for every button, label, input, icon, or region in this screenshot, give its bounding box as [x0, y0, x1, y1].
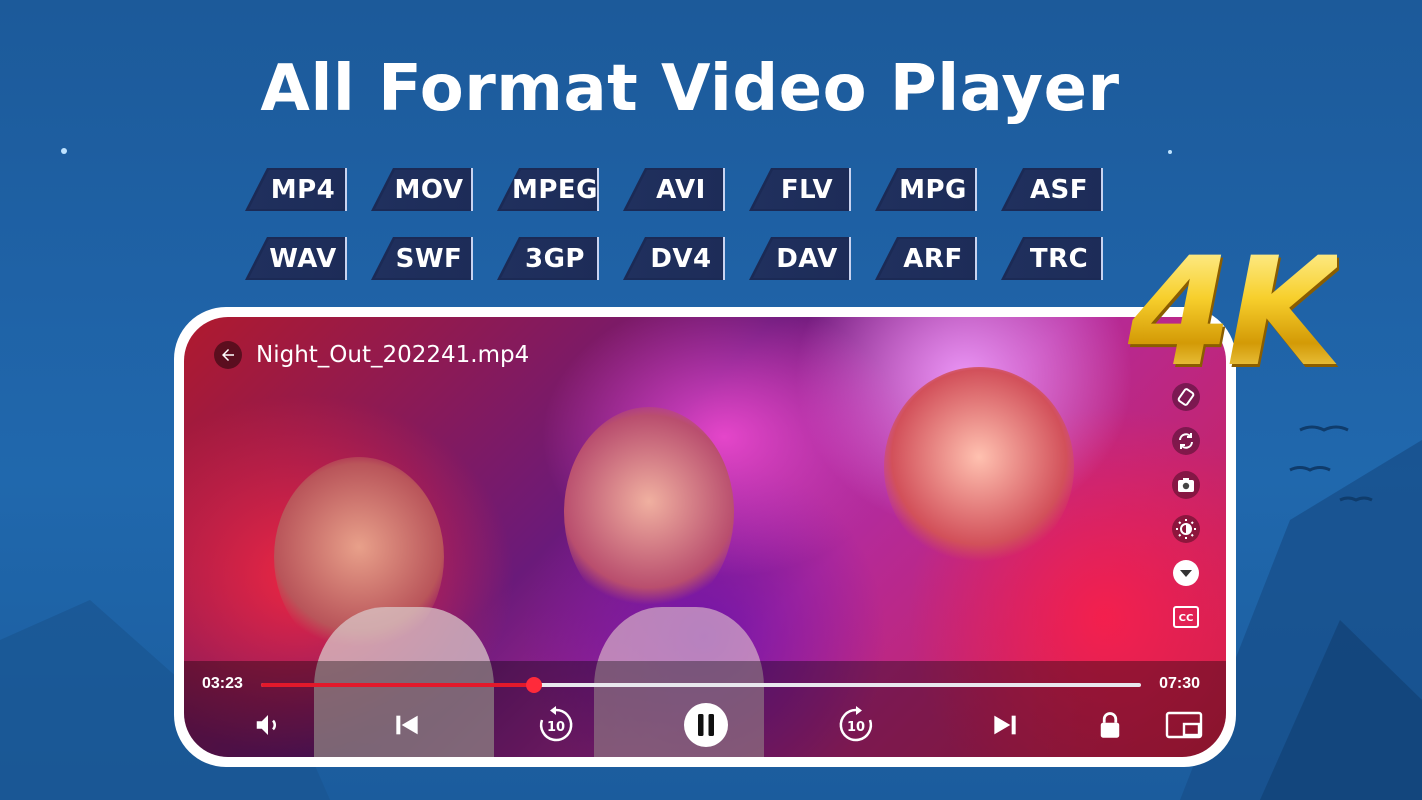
current-time: 03:23	[202, 675, 243, 692]
subtitles-button[interactable]: CC	[1170, 601, 1202, 633]
video-screen[interactable]: Night_Out_202241.mp4 CC 03:23 07:30 10 1…	[184, 317, 1226, 757]
format-label: AVI	[656, 174, 706, 205]
player-top-bar: Night_Out_202241.mp4	[214, 341, 529, 369]
brightness-button[interactable]	[1170, 513, 1202, 545]
banner-title: All Format Video Player	[260, 52, 1120, 126]
rewind-seconds-label: 10	[547, 720, 565, 735]
format-tag: MPEG	[497, 168, 599, 211]
format-label: DAV	[776, 243, 838, 274]
total-time: 07:30	[1159, 675, 1200, 692]
format-tag: FLV	[749, 168, 851, 211]
brightness-icon	[1172, 515, 1200, 543]
format-tag: ARF	[875, 237, 977, 280]
format-tag: ASF	[1001, 168, 1103, 211]
camera-icon	[1172, 471, 1200, 499]
format-label: ARF	[903, 243, 963, 274]
forward-10-icon: 10	[839, 706, 873, 742]
format-label: MOV	[394, 174, 464, 205]
svg-text:CC: CC	[1179, 613, 1194, 624]
format-label: ASF	[1029, 174, 1089, 205]
format-tags: MP4 MOV MPEG AVI FLV MPG ASF WAV SWF 3GP…	[245, 168, 1125, 306]
format-tag: SWF	[371, 237, 473, 280]
format-label: 3GP	[525, 243, 585, 274]
pause-button[interactable]	[682, 701, 730, 749]
format-row-1: MP4 MOV MPEG AVI FLV MPG ASF	[245, 168, 1125, 211]
screenshot-button[interactable]	[1170, 469, 1202, 501]
next-button[interactable]	[981, 701, 1029, 749]
format-label: DV4	[650, 243, 712, 274]
dropdown-icon	[1173, 560, 1199, 586]
volume-icon	[256, 715, 276, 735]
format-label: MPG	[899, 174, 967, 205]
playback-controls: 10 10	[184, 701, 1226, 749]
format-label: WAV	[269, 243, 337, 274]
video-figure-center	[564, 407, 734, 617]
lock-button[interactable]	[1086, 701, 1134, 749]
picture-in-picture-button[interactable]	[1160, 701, 1208, 749]
player-controls-bar: 03:23 07:30 10 10	[184, 661, 1226, 757]
pip-icon	[1165, 711, 1203, 739]
lock-icon	[1100, 712, 1120, 738]
format-tag: DV4	[623, 237, 725, 280]
skip-next-icon	[994, 715, 1016, 735]
format-tag: WAV	[245, 237, 347, 280]
rewind-button[interactable]: 10	[532, 701, 580, 749]
format-tag: 3GP	[497, 237, 599, 280]
4k-badge: 4K	[1128, 226, 1343, 400]
arrow-left-icon	[222, 349, 234, 361]
seek-bar-progress	[261, 683, 534, 687]
format-label: TRC	[1029, 243, 1089, 274]
refresh-icon	[1172, 427, 1200, 455]
cc-icon: CC	[1173, 606, 1199, 628]
previous-button[interactable]	[383, 701, 431, 749]
video-file-name: Night_Out_202241.mp4	[256, 342, 530, 368]
more-options-button[interactable]	[1170, 557, 1202, 589]
format-row-2: WAV SWF 3GP DV4 DAV ARF TRC	[245, 237, 1125, 280]
format-tag: MP4	[245, 168, 347, 211]
format-tag: DAV	[749, 237, 851, 280]
phone-frame: Night_Out_202241.mp4 CC 03:23 07:30 10 1…	[174, 307, 1236, 767]
format-label: MPEG	[511, 174, 599, 205]
volume-button[interactable]	[244, 701, 292, 749]
format-label: MP4	[270, 174, 336, 205]
forward-seconds-label: 10	[847, 720, 865, 735]
format-tag: MOV	[371, 168, 473, 211]
format-label: SWF	[395, 243, 463, 274]
seek-bar[interactable]	[261, 677, 1141, 693]
format-tag: MPG	[875, 168, 977, 211]
seek-bar-handle[interactable]	[525, 677, 542, 693]
forward-button[interactable]: 10	[832, 701, 880, 749]
video-figure-right	[884, 367, 1074, 567]
back-button[interactable]	[214, 341, 242, 369]
rewind-10-icon: 10	[539, 706, 573, 742]
skip-previous-icon	[396, 715, 418, 735]
format-tag: TRC	[1001, 237, 1103, 280]
side-toolbar: CC	[1170, 381, 1202, 633]
format-label: FLV	[780, 174, 834, 205]
format-tag: AVI	[623, 168, 725, 211]
refresh-button[interactable]	[1170, 425, 1202, 457]
pause-icon	[684, 703, 728, 747]
